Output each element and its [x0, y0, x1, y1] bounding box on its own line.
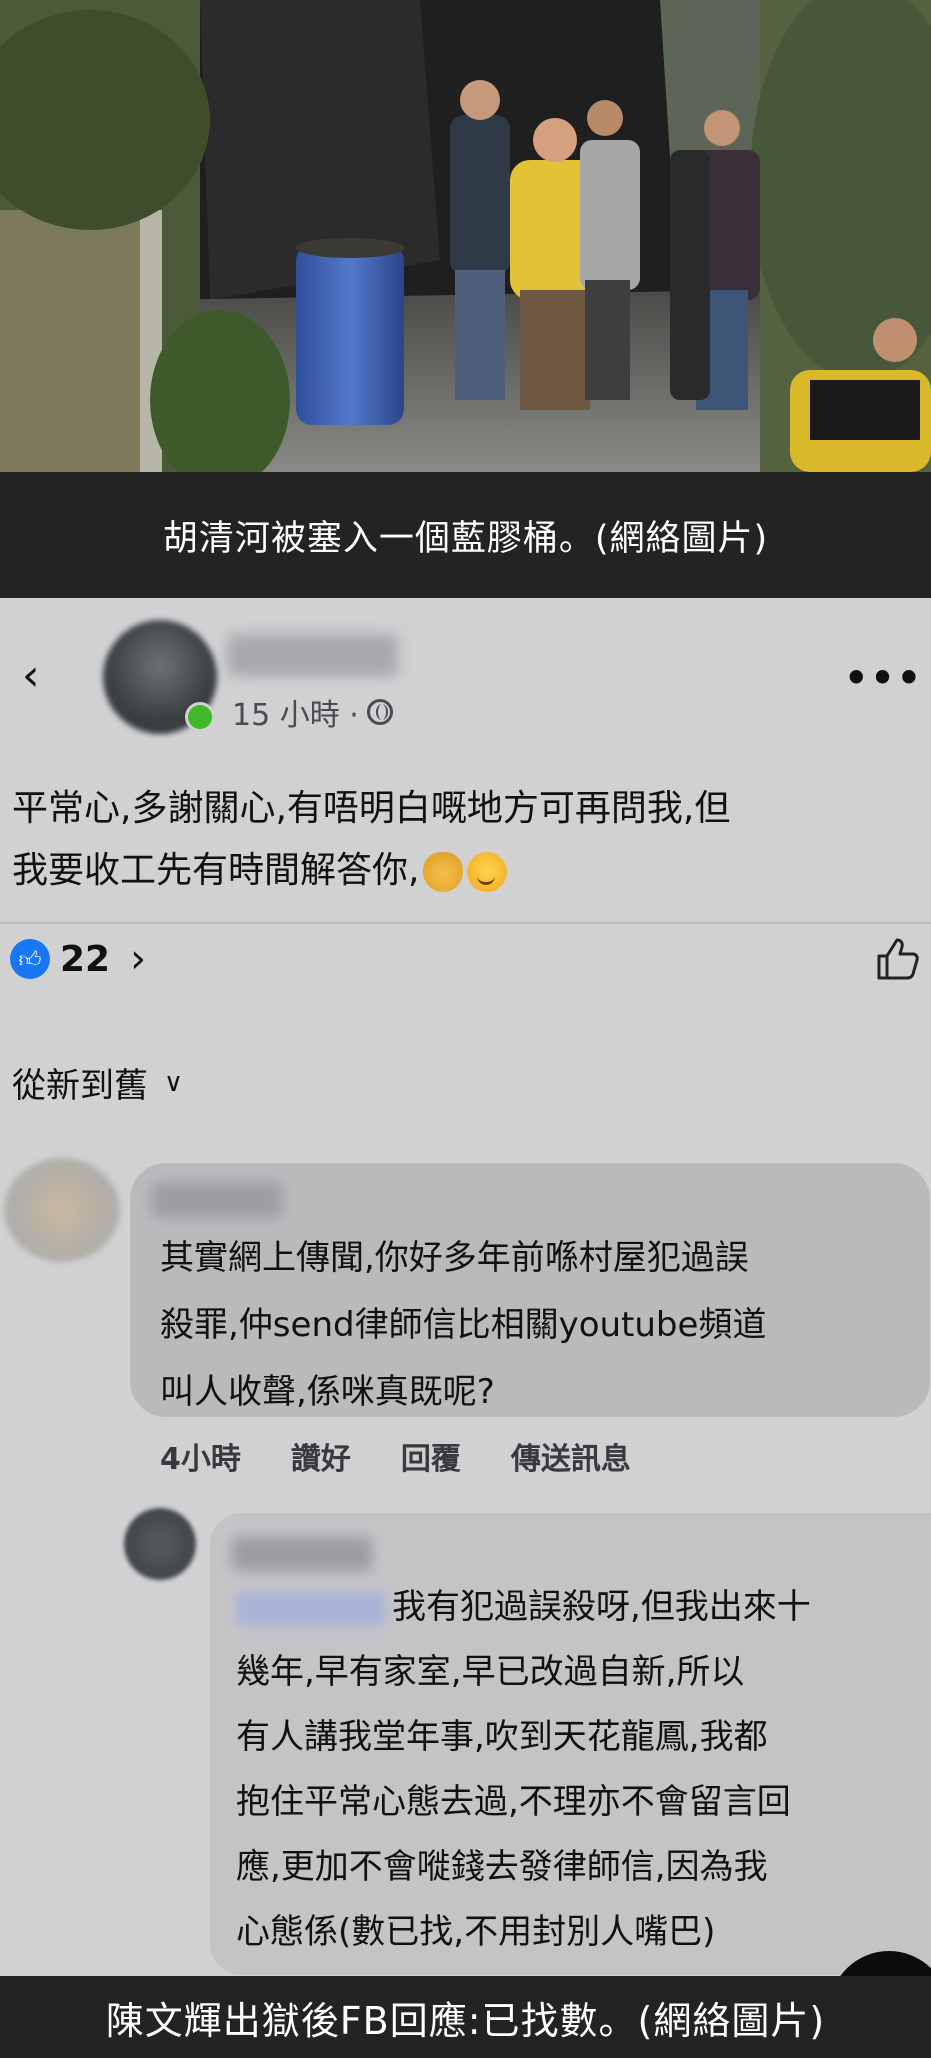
comment-reply-button[interactable]: 回覆 — [401, 1434, 461, 1478]
online-status-indicator — [185, 702, 215, 732]
comment-like-button[interactable]: 讚好 — [291, 1434, 351, 1478]
comment-line-2: 殺罪,仲send律師信比相關youtube頻道 — [160, 1305, 767, 1345]
like-icon: 👍︎ — [10, 939, 50, 979]
reply-line-2: 幾年,早有家室,早已改過自新,所以 — [236, 1652, 745, 1692]
reply-text: 我有犯過誤殺呀,但我出來十 幾年,早有家室,早已改過自新,所以 有人講我堂年事,… — [236, 1575, 811, 1965]
news-photo-illustration — [0, 0, 931, 472]
globe-icon — [366, 699, 393, 725]
post-time: 15 小時 · — [232, 698, 359, 733]
chevron-down-icon: ∨ — [164, 1067, 184, 1098]
divider — [0, 922, 931, 924]
reply-line-1-text: 我有犯過誤殺呀,但我出來十 — [392, 1587, 811, 1627]
reply-line-5: 應,更加不會嘥錢去發律師信,因為我 — [236, 1847, 768, 1887]
reply-line-1: 我有犯過誤殺呀,但我出來十 — [236, 1575, 811, 1640]
thumbs-up-outline — [877, 938, 919, 980]
bottom-photo-caption: 陳文輝出獄後FB回應:已找數。(網絡圖片) — [0, 1976, 931, 2058]
comment-time: 4小時 — [160, 1442, 241, 1477]
reply-bubble: 我有犯過誤殺呀,但我出來十 幾年,早有家室,早已改過自新,所以 有人講我堂年事,… — [210, 1513, 931, 1975]
top-photo-caption: 胡清河被塞入一個藍膠桶。(網絡圖片) — [0, 472, 931, 598]
comment-sort-dropdown[interactable]: 從新到舊 ∨ — [12, 1058, 183, 1107]
replier-avatar[interactable] — [124, 1508, 196, 1580]
reply-line-3: 有人講我堂年事,吹到天花龍鳳,我都 — [236, 1717, 768, 1757]
post-text-line-2: 我要收工先有時間解答你, — [12, 840, 917, 902]
reply-line-6: 心態係(數已找,不用封別人嘴巴) — [236, 1912, 716, 1952]
news-photo — [0, 0, 931, 472]
reactions-summary[interactable]: 👍︎ 22 › — [10, 936, 146, 982]
comment-line-3: 叫人收聲,係咪真既呢? — [160, 1372, 495, 1412]
reply-line-4: 抱住平常心態去過,不理亦不會留言回 — [236, 1782, 791, 1822]
comment-text: 其實網上傳聞,你好多年前喺村屋犯過誤 殺罪,仲send律師信比相關youtube… — [160, 1225, 766, 1426]
post-text-line-2-text: 我要收工先有時間解答你, — [12, 850, 420, 891]
post-text-line-1: 平常心,多謝關心,有唔明白嘅地方可再問我,但 — [12, 788, 731, 829]
like-count: 22 — [60, 938, 111, 980]
poster-name-blurred[interactable] — [228, 634, 398, 676]
wink-emoji-icon — [467, 852, 508, 892]
sort-label: 從新到舊 — [12, 1066, 148, 1106]
replier-name-blurred[interactable] — [232, 1537, 372, 1571]
ok-hand-emoji-icon — [423, 852, 464, 892]
mention-blurred[interactable] — [236, 1591, 386, 1626]
facebook-post-screenshot: ‹ 15 小時 · ••• 平常心,多謝關心,有唔明白嘅地方可再問我,但 我要收… — [0, 598, 931, 1976]
post-meta: 15 小時 · — [232, 690, 393, 734]
post-body: 平常心,多謝關心,有唔明白嘅地方可再問我,但 我要收工先有時間解答你, — [12, 778, 917, 902]
comment-line-1: 其實網上傳聞,你好多年前喺村屋犯過誤 — [160, 1238, 749, 1278]
thumbs-up-icon[interactable] — [873, 934, 923, 995]
commenter-avatar[interactable] — [4, 1158, 120, 1262]
comment-actions: 4小時 讚好 回覆 傳送訊息 — [160, 1434, 681, 1478]
comment-message-button[interactable]: 傳送訊息 — [511, 1434, 631, 1478]
chevron-right-icon: › — [130, 936, 147, 982]
more-dots-icon[interactable]: ••• — [844, 656, 923, 700]
comment-bubble: 其實網上傳聞,你好多年前喺村屋犯過誤 殺罪,仲send律師信比相關youtube… — [130, 1163, 930, 1417]
commenter-name-blurred[interactable] — [152, 1183, 282, 1217]
back-arrow-icon[interactable]: ‹ — [22, 654, 62, 698]
